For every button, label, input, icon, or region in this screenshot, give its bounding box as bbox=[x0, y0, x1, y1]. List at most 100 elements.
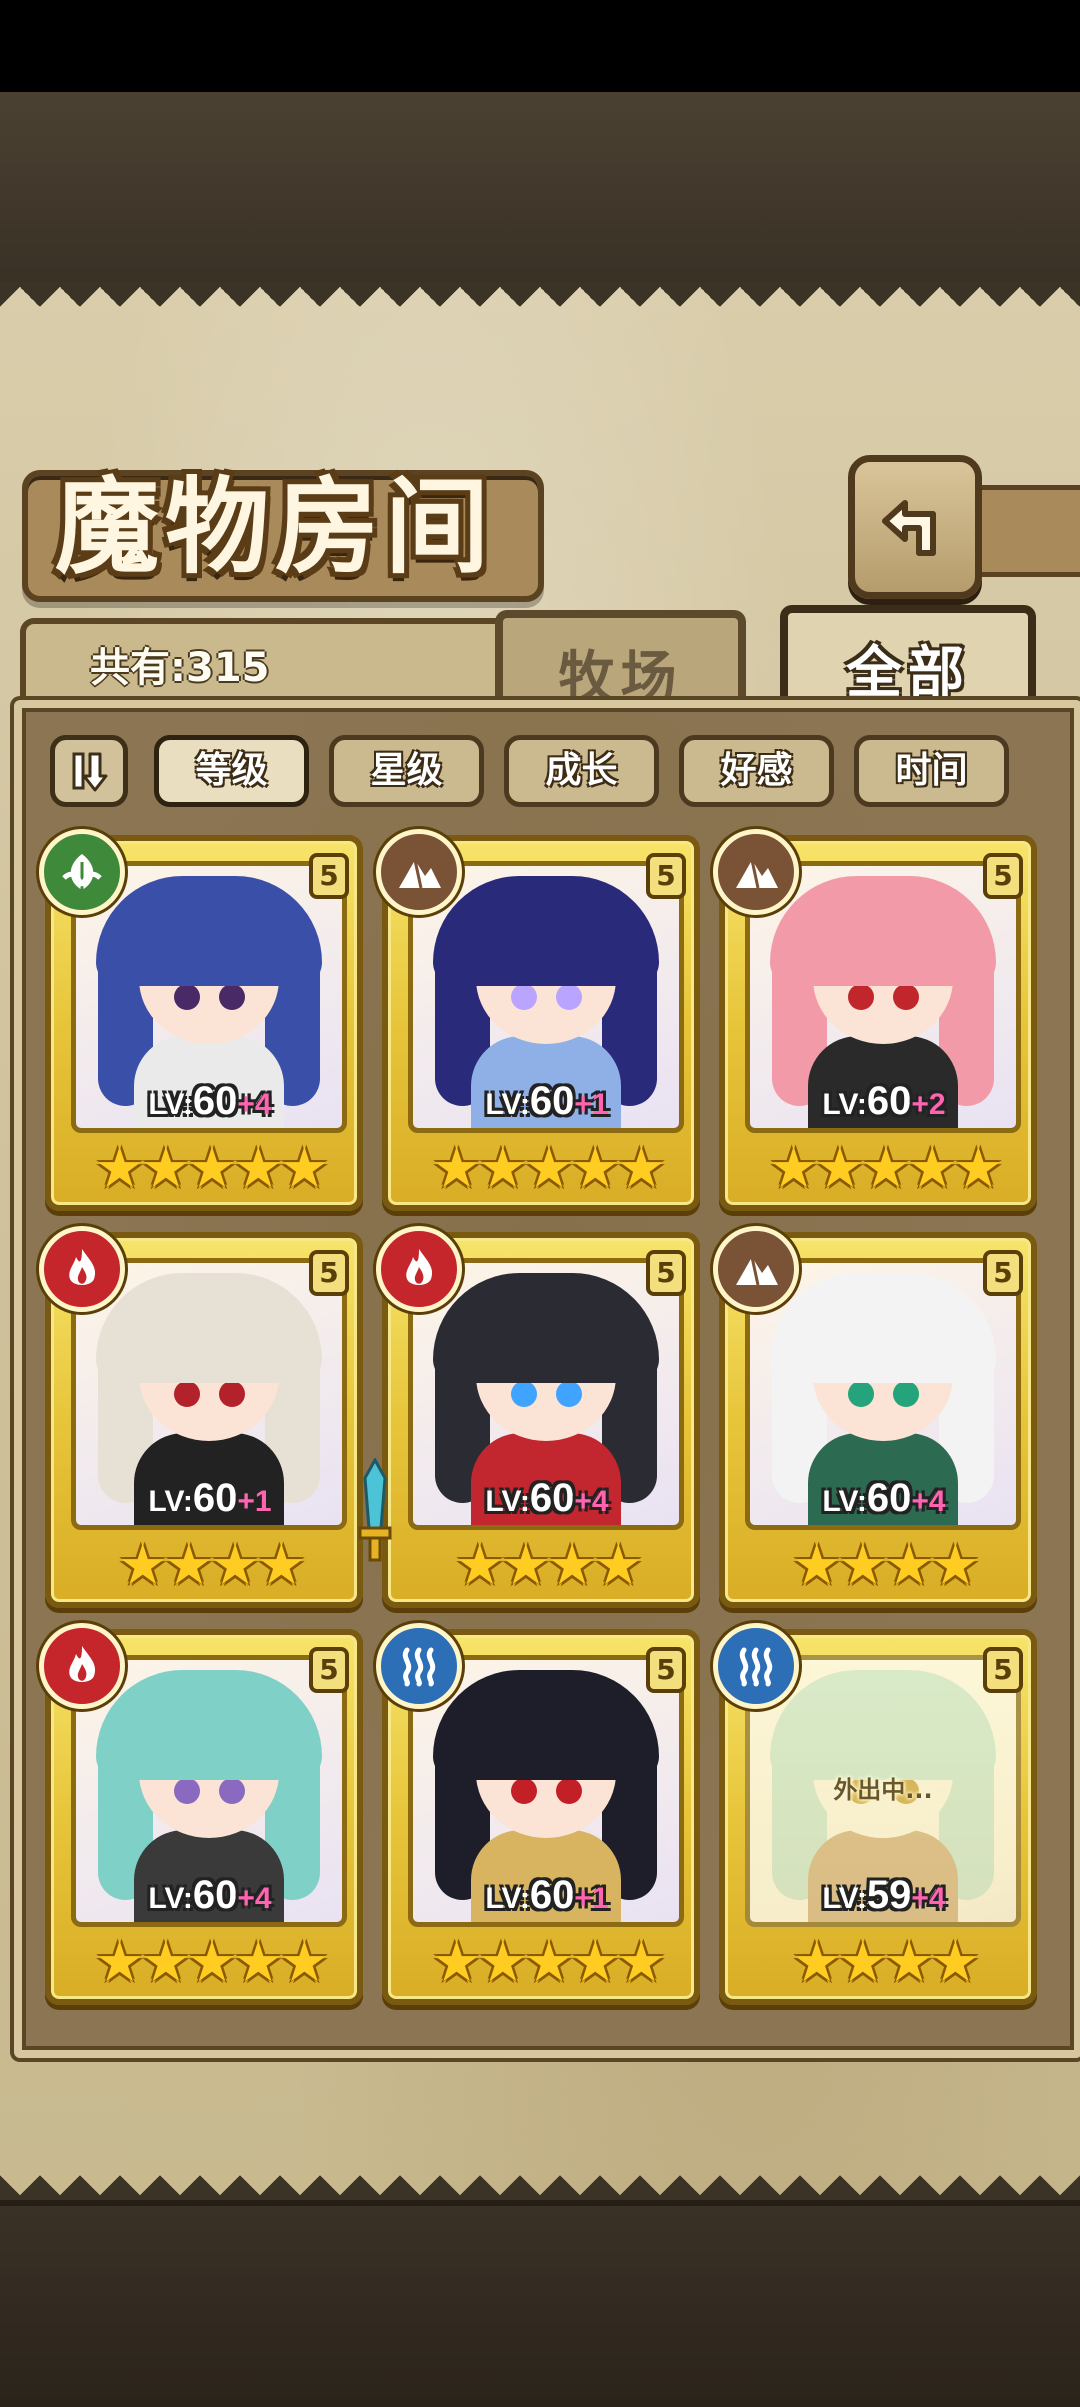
level-value: 60 bbox=[529, 1476, 575, 1520]
level-prefix: LV: bbox=[822, 1882, 867, 1915]
waves-icon bbox=[376, 1623, 462, 1709]
level-value: 59 bbox=[866, 1873, 912, 1917]
eye bbox=[219, 1381, 245, 1407]
enhance-plus: +4 bbox=[911, 1882, 946, 1915]
level-value: 60 bbox=[192, 1476, 238, 1520]
monster-card[interactable]: 5 LV:60+1 ★★★★★ bbox=[376, 1623, 700, 2005]
mountain-icon bbox=[713, 829, 799, 915]
star-rating: ★★★★ bbox=[454, 1533, 644, 1598]
hair bbox=[433, 876, 659, 986]
level-label: LV:60+2 bbox=[725, 1079, 1043, 1124]
hair bbox=[770, 876, 996, 986]
hair bbox=[96, 876, 322, 986]
zigzag-edge-top bbox=[0, 282, 1080, 342]
level-label: LV:60+4 bbox=[725, 1476, 1043, 1521]
eye bbox=[174, 1381, 200, 1407]
level-label: LV:59+4 bbox=[725, 1873, 1043, 1918]
level-prefix: LV: bbox=[822, 1088, 867, 1121]
back-arrow-icon bbox=[882, 500, 936, 556]
back-button[interactable] bbox=[848, 455, 982, 599]
star-rating: ★★★★★ bbox=[94, 1930, 329, 1995]
star-rating: ★★★★★ bbox=[94, 1136, 329, 1201]
eye bbox=[556, 1778, 582, 1804]
sort-growth-button[interactable]: 成长 bbox=[504, 735, 659, 807]
enhance-plus: +1 bbox=[574, 1882, 609, 1915]
enhance-plus: +1 bbox=[574, 1088, 609, 1121]
eye bbox=[511, 984, 537, 1010]
status-bar bbox=[0, 0, 1080, 92]
monster-card[interactable]: 外出中... 5 LV:59+4 ★★★★ bbox=[713, 1623, 1037, 2005]
eye bbox=[219, 1778, 245, 1804]
sort-affection-button[interactable]: 好感 bbox=[679, 735, 834, 807]
eye bbox=[174, 1778, 200, 1804]
level-prefix: LV: bbox=[148, 1485, 193, 1518]
monster-card[interactable]: 5 LV:60+4 ★★★★ bbox=[358, 1226, 700, 1608]
monster-card[interactable]: 5 LV:60+1 ★★★★★ bbox=[376, 829, 700, 1211]
sort-level-button[interactable]: 等级 bbox=[154, 735, 309, 807]
sort-star-button[interactable]: 星级 bbox=[329, 735, 484, 807]
map-band-bottom bbox=[0, 2200, 1080, 2407]
hair bbox=[433, 1273, 659, 1383]
monster-card[interactable]: 5 LV:60+2 ★★★★★ bbox=[713, 829, 1037, 1211]
eye bbox=[893, 984, 919, 1010]
monster-card[interactable]: 5 LV:60+4 ★★★★★ bbox=[39, 1623, 363, 2005]
back-rail bbox=[965, 485, 1080, 577]
hair bbox=[770, 1670, 996, 1780]
rank-badge: 5 bbox=[983, 1647, 1023, 1693]
star-rating: ★★★★ bbox=[117, 1533, 307, 1598]
level-label: LV:60+4 bbox=[51, 1873, 369, 1918]
monster-card[interactable]: 5 LV:60+4 ★★★★★ bbox=[39, 829, 363, 1211]
sort-order-toggle[interactable] bbox=[50, 735, 128, 807]
level-prefix: LV: bbox=[148, 1882, 193, 1915]
enhance-plus: +2 bbox=[911, 1088, 946, 1121]
mountain-icon bbox=[376, 829, 462, 915]
level-prefix: LV: bbox=[148, 1088, 193, 1121]
enhance-plus: +4 bbox=[237, 1882, 272, 1915]
rank-badge: 5 bbox=[983, 1250, 1023, 1296]
enhance-plus: +4 bbox=[911, 1485, 946, 1518]
level-prefix: LV: bbox=[822, 1485, 867, 1518]
monster-card[interactable]: 5 LV:60+4 ★★★★ bbox=[713, 1226, 1037, 1608]
eye bbox=[556, 1381, 582, 1407]
flame-icon bbox=[39, 1623, 125, 1709]
rank-badge: 5 bbox=[309, 853, 349, 899]
star-rating: ★★★★★ bbox=[431, 1930, 666, 1995]
level-label: LV:60+4 bbox=[388, 1476, 706, 1521]
hair bbox=[433, 1670, 659, 1780]
hair bbox=[96, 1273, 322, 1383]
hair bbox=[96, 1670, 322, 1780]
star-rating: ★★★★★ bbox=[431, 1136, 666, 1201]
leaf-icon bbox=[39, 829, 125, 915]
flame-icon bbox=[39, 1226, 125, 1312]
level-value: 60 bbox=[192, 1079, 238, 1123]
star-rating: ★★★★ bbox=[791, 1533, 981, 1598]
waves-icon bbox=[713, 1623, 799, 1709]
level-prefix: LV: bbox=[485, 1088, 530, 1121]
sword-icon bbox=[358, 1458, 392, 1562]
level-label: LV:60+1 bbox=[388, 1873, 706, 1918]
rank-badge: 5 bbox=[646, 1647, 686, 1693]
level-prefix: LV: bbox=[485, 1882, 530, 1915]
flame-icon bbox=[376, 1226, 462, 1312]
sort-bar: 等级 星级 成长 好感 时间 bbox=[50, 735, 1010, 810]
eye bbox=[174, 984, 200, 1010]
enhance-plus: +4 bbox=[237, 1088, 272, 1121]
eye bbox=[893, 1381, 919, 1407]
level-label: LV:60+1 bbox=[51, 1476, 369, 1521]
star-rating: ★★★★★ bbox=[768, 1136, 1003, 1201]
level-value: 60 bbox=[529, 1873, 575, 1917]
level-value: 60 bbox=[529, 1079, 575, 1123]
level-label: LV:60+4 bbox=[51, 1079, 369, 1124]
eye bbox=[219, 984, 245, 1010]
sort-time-button[interactable]: 时间 bbox=[854, 735, 1009, 807]
monster-card[interactable]: 5 LV:60+1 ★★★★ bbox=[39, 1226, 363, 1608]
enhance-plus: +1 bbox=[237, 1485, 272, 1518]
eye bbox=[848, 984, 874, 1010]
eye bbox=[848, 1381, 874, 1407]
page-title: 魔物房间 bbox=[54, 465, 495, 588]
rank-badge: 5 bbox=[646, 1250, 686, 1296]
rank-badge: 5 bbox=[309, 1647, 349, 1693]
mountain-icon bbox=[713, 1226, 799, 1312]
rank-badge: 5 bbox=[646, 853, 686, 899]
level-prefix: LV: bbox=[485, 1485, 530, 1518]
